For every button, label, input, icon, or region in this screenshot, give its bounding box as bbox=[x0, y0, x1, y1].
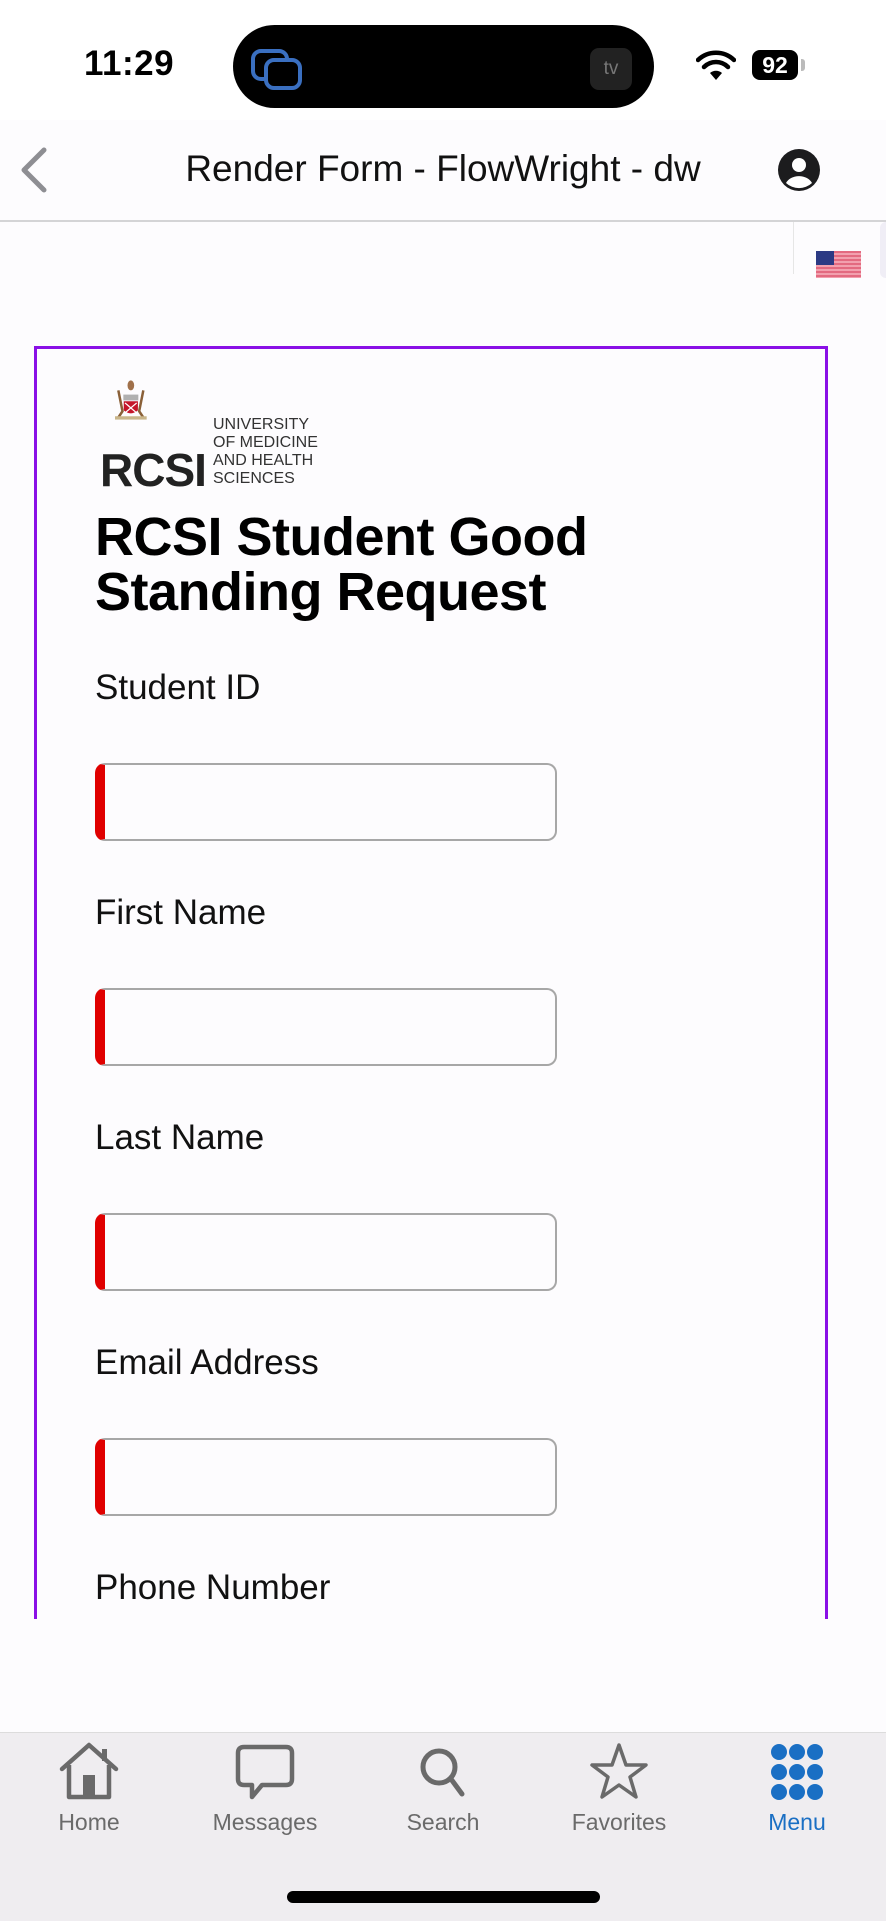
tab-menu[interactable]: Menu bbox=[722, 1741, 872, 1851]
tab-label: Search bbox=[406, 1809, 480, 1835]
magnifier-icon bbox=[420, 1748, 465, 1797]
status-bar: 11:29 tv 92 bbox=[0, 0, 886, 120]
battery-icon: 92 bbox=[752, 50, 798, 80]
tab-label: Favorites bbox=[571, 1809, 667, 1835]
status-time: 11:29 bbox=[84, 44, 175, 83]
student-id-input[interactable] bbox=[95, 763, 557, 841]
phone-number-label: Phone Number bbox=[95, 1568, 331, 1607]
logo-subtitle-line: AND HEALTH bbox=[213, 452, 314, 469]
tab-search[interactable]: Search bbox=[368, 1741, 518, 1851]
last-name-input[interactable] bbox=[95, 1213, 557, 1291]
grid-dots-icon bbox=[771, 1744, 823, 1800]
side-panel-handle[interactable] bbox=[880, 222, 886, 278]
logo-subtitle-line: SCIENCES bbox=[213, 470, 295, 487]
rcsi-crest-icon bbox=[115, 380, 147, 420]
tab-label: Menu bbox=[768, 1809, 826, 1835]
logo-wordmark: RCSI bbox=[100, 444, 207, 496]
tab-favorites[interactable]: Favorites bbox=[544, 1741, 694, 1851]
tab-messages[interactable]: Messages bbox=[190, 1741, 340, 1851]
logo-subtitle-line: OF MEDICINE bbox=[213, 434, 318, 451]
home-indicator[interactable] bbox=[287, 1891, 600, 1903]
tab-home[interactable]: Home bbox=[14, 1741, 164, 1851]
message-bubble-icon bbox=[235, 1744, 295, 1800]
screen-mirroring-icon bbox=[251, 49, 302, 90]
us-flag-icon[interactable] bbox=[816, 251, 861, 278]
navigation-bar: Render Form - FlowWright - dw bbox=[0, 120, 886, 222]
student-id-label: Student ID bbox=[95, 668, 261, 707]
first-name-label: First Name bbox=[95, 893, 267, 932]
logo-subtitle-line: UNIVERSITY bbox=[213, 416, 310, 433]
toolbar-divider bbox=[793, 222, 794, 274]
battery-tip bbox=[801, 59, 805, 71]
page-title: Render Form - FlowWright - dw bbox=[185, 148, 701, 189]
apple-tv-label: tv bbox=[603, 58, 619, 79]
wifi-icon bbox=[696, 50, 736, 80]
form-title: RCSI Student Good Standing Request bbox=[95, 507, 588, 622]
tab-label: Home bbox=[58, 1809, 120, 1835]
email-input[interactable] bbox=[95, 1438, 557, 1516]
apple-tv-icon: tv bbox=[590, 48, 632, 90]
battery-level: 92 bbox=[762, 51, 788, 78]
star-icon bbox=[590, 1743, 648, 1799]
person-circle-icon[interactable] bbox=[777, 148, 821, 192]
email-label: Email Address bbox=[95, 1343, 319, 1382]
tab-label: Messages bbox=[212, 1809, 318, 1835]
house-icon bbox=[59, 1742, 119, 1800]
last-name-label: Last Name bbox=[95, 1118, 265, 1157]
logo-subtitle: UNIVERSITY OF MEDICINE AND HEALTH SCIENC… bbox=[213, 416, 318, 488]
first-name-input[interactable] bbox=[95, 988, 557, 1066]
